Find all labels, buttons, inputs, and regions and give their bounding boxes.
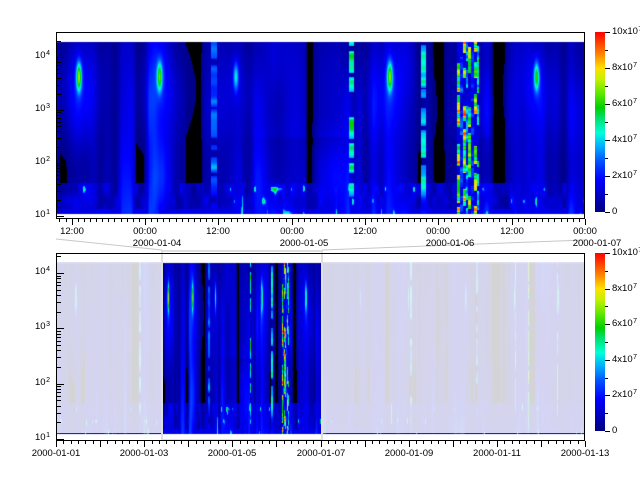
colorbar-zoom-tick-label-2: 4x107 [612, 135, 637, 146]
colorbar-context-tick-label-4: 8x107 [612, 284, 637, 295]
context-x-date-label-8: 2000-01-09 [385, 449, 434, 459]
context-x-date-label-10: 2000-01-11 [473, 449, 521, 459]
colorbar-zoom-tick-label-4: 8x107 [612, 63, 637, 74]
colorbar-context-tick-label-5: 10x107 [612, 248, 640, 259]
zoom-x-tick-label-6: 12:00 [500, 227, 524, 237]
zoom-x-date-label-1: 2000-01-04 [133, 239, 182, 249]
zoom-x-tick-label-1: 00:00 [133, 227, 157, 237]
zoom-x-tick-label-0: 12:00 [60, 227, 84, 237]
zoom-x-tick-label-2: 12:00 [206, 227, 230, 237]
context-x-date-label-0: 2000-01-01 [32, 449, 81, 459]
colorbar-zoom-tick-label-3: 6x107 [612, 99, 637, 110]
y-tick-label-zoom-3: 103 [35, 104, 50, 115]
zoom-x-tick-label-7: 00:00 [573, 227, 597, 237]
zoom-x-tick-label-3: 00:00 [280, 227, 304, 237]
zoom-x-tick-label-5: 00:00 [426, 227, 450, 237]
zoomed-spectrogram-plot[interactable] [56, 32, 585, 219]
y-tick-label-context-1: 101 [35, 433, 50, 444]
y-tick-label-zoom-2: 102 [35, 157, 50, 168]
colorbar-context-tick-label-2: 4x107 [612, 355, 637, 366]
colorbar-zoom-tick-label-0: 0 [612, 207, 617, 217]
context-x-date-label-2: 2000-01-03 [120, 449, 169, 459]
colorbar-zoom-tick-label-1: 2x107 [612, 171, 637, 182]
zoom-x-tick-label-4: 12:00 [353, 227, 377, 237]
zoom-x-date-label-5: 2000-01-06 [426, 239, 475, 249]
y-tick-label-context-3: 103 [35, 322, 50, 333]
y-tick-label-zoom-1: 101 [35, 210, 50, 221]
spectrogram-figure: 101 102 103 104 101 102 103 104 12:00 00:00 2000-0… [0, 0, 640, 480]
colorbar-context-tick-label-1: 2x107 [612, 390, 637, 401]
context-x-date-label-4: 2000-01-05 [208, 449, 257, 459]
y-tick-label-context-4: 104 [35, 267, 50, 278]
context-x-date-label-6: 2000-01-07 [297, 449, 346, 459]
y-tick-label-context-2: 102 [35, 378, 50, 389]
context-x-date-label-12: 2000-01-13 [561, 449, 610, 459]
y-tick-label-zoom-4: 104 [35, 51, 50, 62]
time-range-selection-box[interactable] [161, 250, 323, 441]
zoom-x-date-label-3: 2000-01-05 [280, 239, 329, 249]
colorbar-context-tick-label-0: 0 [612, 426, 617, 436]
colorbar-zoom-tick-label-5: 10x107 [612, 27, 640, 38]
colorbar-context-tick-label-3: 6x107 [612, 319, 637, 330]
